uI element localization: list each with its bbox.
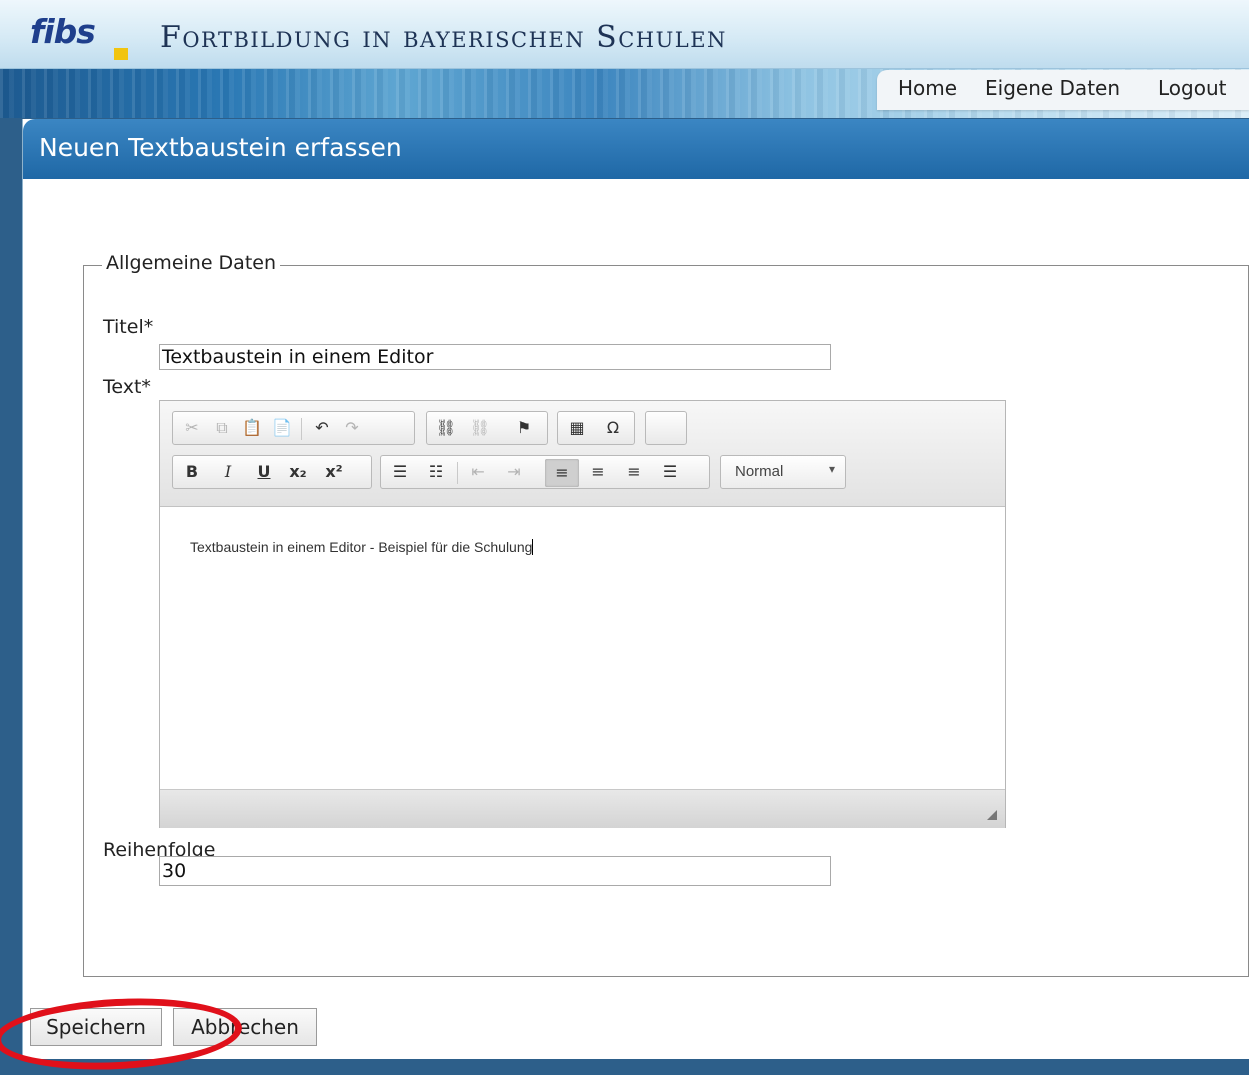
logo-accent-square [114,48,128,60]
titel-label: Titel* [103,316,154,338]
general-data-fieldset: Allgemeine Daten Titel* Textbaustein in … [83,252,1249,977]
nav-logout-link[interactable]: Logout [1158,76,1226,100]
empty-toolbar-group[interactable] [645,411,687,445]
toolbar-separator [301,418,302,440]
title-bar: fibs Fortbildung in bayerischen Schulen [0,0,1249,69]
clipboard-undo-group: ✂ ⧉ 📋 📄 ↶ ↷ [172,411,415,445]
justify-icon[interactable]: ☰ [657,460,683,484]
align-left-icon[interactable]: ≡ [545,459,579,487]
basic-styles-group: B I U x₂ x² [172,455,372,489]
page-title: Neuen Textbaustein erfassen [39,133,402,162]
chevron-down-icon: ▾ [828,462,835,476]
editor-statusbar [160,789,1005,828]
paragraph-group: ☰ ☷ ⇤ ⇥ ≡ ≡ ≡ ☰ [380,455,710,489]
editor-content-area[interactable]: Textbaustein in einem Editor - Beispiel … [160,507,1005,789]
panel-header: Neuen Textbaustein erfassen [23,119,1249,179]
insert-group: ▦ Ω [557,411,635,445]
undo-icon[interactable]: ↶ [309,416,335,440]
top-navigation: Home Eigene Daten Logout [877,70,1249,110]
table-icon[interactable]: ▦ [564,416,590,440]
editor-toolbar: ✂ ⧉ 📋 📄 ↶ ↷ ⛓ ⛓ ⚑ ▦ Ω B I U x₂ x² ☰ ☷ ⇤ … [160,401,1005,507]
italic-icon[interactable]: I [215,460,241,484]
align-right-icon[interactable]: ≡ [621,460,647,484]
indent-icon[interactable]: ⇥ [501,460,527,484]
reihenfolge-input[interactable]: 30 [159,856,831,886]
outdent-icon[interactable]: ⇤ [465,460,491,484]
cut-icon[interactable]: ✂ [179,416,205,440]
site-header: fibs Fortbildung in bayerischen Schulen … [0,0,1249,118]
paste-icon[interactable]: 📋 [239,416,265,440]
text-caret [532,539,534,555]
align-center-icon[interactable]: ≡ [585,460,611,484]
fibs-logo[interactable]: fibs [30,12,130,64]
bulleted-list-icon[interactable]: ☷ [423,460,449,484]
content-panel: Neuen Textbaustein erfassen Allgemeine D… [22,119,1249,1059]
editor-text: Textbaustein in einem Editor - Beispiel … [190,539,534,555]
copy-icon[interactable]: ⧉ [209,416,235,440]
editor-text-content: Textbaustein in einem Editor - Beispiel … [190,539,533,555]
special-char-icon[interactable]: Ω [600,416,626,440]
format-value: Normal [735,463,784,480]
link-icon[interactable]: ⛓ [433,416,459,440]
numbered-list-icon[interactable]: ☰ [387,460,413,484]
resize-handle-icon[interactable] [987,810,997,820]
fieldset-legend: Allgemeine Daten [102,252,281,274]
underline-icon[interactable]: U [251,460,277,484]
subscript-icon[interactable]: x₂ [285,460,311,484]
toolbar-separator [457,462,458,484]
format-dropdown[interactable]: Normal ▾ [720,455,846,489]
redo-icon[interactable]: ↷ [339,416,365,440]
bold-icon[interactable]: B [179,460,205,484]
anchor-icon[interactable]: ⚑ [511,416,537,440]
paste-text-icon[interactable]: 📄 [269,416,295,440]
logo-text: fibs [30,12,96,51]
text-label: Text* [103,376,151,398]
nav-home-link[interactable]: Home [898,76,957,100]
unlink-icon[interactable]: ⛓ [467,416,493,440]
rich-text-editor: ✂ ⧉ 📋 📄 ↶ ↷ ⛓ ⛓ ⚑ ▦ Ω B I U x₂ x² ☰ ☷ ⇤ … [159,400,1006,828]
site-title: Fortbildung in bayerischen Schulen [160,20,727,55]
link-group: ⛓ ⛓ ⚑ [426,411,548,445]
titel-input[interactable]: Textbaustein in einem Editor [159,344,831,370]
nav-eigene-daten-link[interactable]: Eigene Daten [985,76,1120,100]
superscript-icon[interactable]: x² [321,460,347,484]
